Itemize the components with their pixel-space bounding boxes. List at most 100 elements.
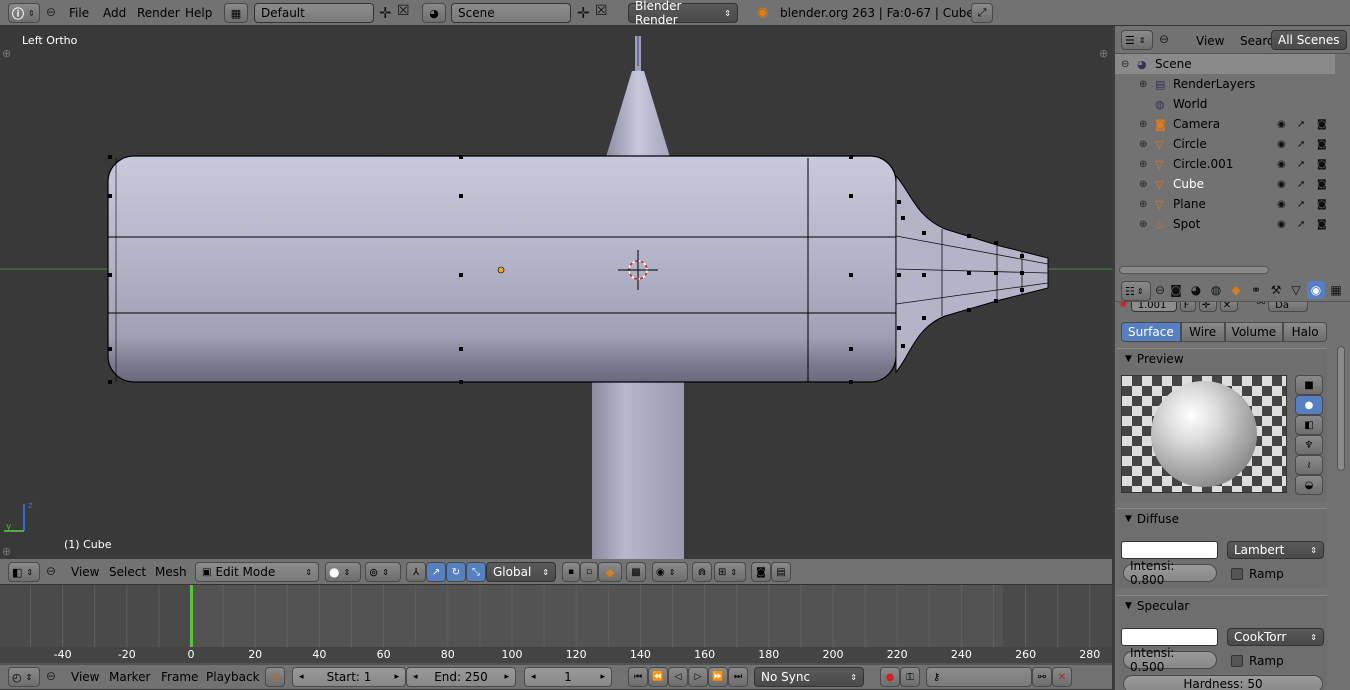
constraint-context-icon[interactable]: ⚭ (1247, 281, 1265, 299)
outliner-row[interactable]: ⊕ ▤ RenderLayers (1115, 74, 1335, 94)
material-context-icon[interactable]: ◉ (1307, 281, 1325, 299)
eye-icon[interactable]: ◉ (1277, 139, 1286, 150)
cursor-icon[interactable]: ➚ (1297, 219, 1305, 230)
texture-context-icon[interactable]: ▦ (1327, 281, 1345, 299)
render-icon[interactable]: ◙ (1317, 139, 1327, 150)
keying-set-button[interactable]: ⚿ (900, 667, 920, 687)
specular-intensity-slider[interactable]: Intensi: 0.500 (1123, 646, 1217, 674)
collapse-menu-icon[interactable]: ⊖ (1159, 32, 1169, 46)
start-frame-field[interactable]: ◂ Start: 1 ▸ (292, 667, 406, 687)
preview-range-toggle[interactable]: ◷ (265, 667, 285, 687)
outliner-display-mode[interactable]: All Scenes (1271, 30, 1347, 50)
jump-keyframe-forward-button[interactable]: ⏩ (708, 667, 728, 687)
tab-wire[interactable]: Wire (1180, 322, 1225, 342)
face-select-toggle[interactable]: ◆ (598, 562, 622, 582)
material-remove-button[interactable]: ✕ (1219, 302, 1238, 312)
data-context-icon[interactable]: ▽ (1287, 281, 1305, 299)
data-link-select[interactable]: Da (1268, 302, 1309, 312)
snap-element-button[interactable]: ⊞ ⇕ (714, 562, 746, 582)
keying-set-field[interactable]: ⚷ (926, 667, 1032, 687)
menu-playback[interactable]: Playback (199, 670, 267, 684)
cursor-icon[interactable]: ➚ (1297, 119, 1305, 130)
preview-panel-header[interactable]: ▼ Preview (1117, 349, 1327, 369)
hardness-slider[interactable]: Hardness: 50 (1123, 675, 1323, 690)
diffuse-shader-select[interactable]: Lambert ⇕ (1227, 541, 1324, 559)
properties-scrollbar[interactable] (1337, 346, 1345, 471)
expand-icon[interactable]: ⊕ (1139, 159, 1147, 170)
render-context-icon[interactable]: ◙ (1167, 281, 1185, 299)
outliner-row[interactable]: ⊕ ▽ Circle ◉ ➚ ◙ (1115, 134, 1335, 154)
menu-add[interactable]: Add (96, 6, 133, 20)
tab-surface[interactable]: Surface (1121, 322, 1181, 342)
orientation-select[interactable]: Global ⇕ (486, 562, 556, 582)
editor-type-outliner-button[interactable]: ☰ ⇕ (1121, 30, 1153, 50)
editor-type-3d-button[interactable]: ◧ ⇕ (8, 562, 40, 582)
outliner-row[interactable]: ⊕ ◙ Camera ◉ ➚ ◙ (1115, 114, 1335, 134)
outliner-row[interactable]: ⊕ ▽ Circle.001 ◉ ➚ ◙ (1115, 154, 1335, 174)
render-icon[interactable]: ◙ (1317, 179, 1327, 190)
current-frame-line[interactable] (190, 585, 193, 647)
scale-toggle[interactable]: ⤡ (466, 562, 486, 582)
3d-viewport[interactable]: z y ⊕ ⊕ ⊕ Left Ortho (1) Cube (0, 26, 1112, 559)
rotate-toggle[interactable]: ↻ (446, 562, 466, 582)
add-scene-icon[interactable]: ✛ (577, 4, 590, 22)
outliner-row[interactable]: ⊕ ♨ Spot ◉ ➚ ◙ (1115, 214, 1335, 234)
preview-cube-button[interactable]: ◧ (1295, 415, 1323, 435)
proportional-edit-button[interactable]: ◉ ⇕ (652, 562, 688, 582)
insert-keyframe-button[interactable]: ⚯ (1032, 667, 1052, 687)
preview-monkey-button[interactable]: ♆ (1295, 435, 1323, 455)
delete-keyframe-button[interactable]: ✕ (1052, 667, 1072, 687)
menu-timeline-view[interactable]: View (64, 670, 106, 684)
outliner[interactable]: ☰ ⇕ ⊖ View Search All Scenes ⊖ ◕ Scene ⊕ ▤ Re… (1115, 26, 1350, 280)
material-fake-user-button[interactable]: F (1179, 302, 1196, 312)
jump-keyframe-back-button[interactable]: ⏪ (648, 667, 668, 687)
cursor-icon[interactable]: ➚ (1297, 179, 1305, 190)
collapse-menu-icon[interactable]: ⊖ (46, 5, 56, 19)
material-add-button[interactable]: ✛ (1198, 302, 1217, 312)
editor-type-properties-button[interactable]: ☷ ⇕ (1121, 281, 1151, 301)
screen-layout-field[interactable]: Default (254, 3, 374, 23)
collapse-menu-icon[interactable]: ⊖ (46, 669, 56, 683)
render-icon[interactable]: ◙ (1317, 219, 1327, 230)
outliner-row[interactable]: ⊕ ▽ Plane ◉ ➚ ◙ (1115, 194, 1335, 214)
eye-icon[interactable]: ◉ (1277, 179, 1286, 190)
render-engine-select[interactable]: Blender Render ⇕ (628, 0, 738, 27)
current-frame-field[interactable]: ◂ 1 ▸ (524, 667, 612, 687)
edge-select-toggle[interactable]: ▫ (580, 562, 598, 582)
specular-shader-select[interactable]: CookTorr ⇕ (1227, 628, 1324, 646)
occlude-geometry-toggle[interactable]: ▩ (626, 562, 646, 582)
object-context-icon[interactable]: ◆ (1227, 281, 1245, 299)
world-context-icon[interactable]: ◍ (1207, 281, 1225, 299)
render-animation-button[interactable]: ▤ (771, 562, 791, 582)
eye-icon[interactable]: ◉ (1277, 159, 1286, 170)
diffuse-color-swatch[interactable] (1121, 541, 1218, 559)
remove-layout-icon[interactable]: ☒ (397, 3, 410, 19)
preview-sky-button[interactable]: ◒ (1295, 475, 1323, 495)
play-button[interactable]: ▷ (688, 667, 708, 687)
collapse-menu-icon[interactable]: ⊖ (46, 564, 56, 578)
expand-icon[interactable]: ⊕ (1139, 139, 1147, 150)
tab-volume[interactable]: Volume (1224, 322, 1284, 342)
snap-toggle[interactable]: ⋒ (692, 562, 712, 582)
screen-layout-icon-button[interactable]: ▦ (224, 3, 248, 23)
collapse-menu-icon[interactable]: ⊖ (1155, 283, 1165, 297)
menu-mesh[interactable]: Mesh (148, 565, 194, 579)
editor-type-info-button[interactable]: ⓘ ⇕ (8, 3, 40, 23)
diffuse-intensity-slider[interactable]: Intensi: 0.800 (1123, 559, 1217, 587)
diffuse-panel-header[interactable]: ▼ Diffuse (1117, 509, 1327, 529)
jump-end-button[interactable]: ⏭ (728, 667, 748, 687)
scene-field[interactable]: Scene (451, 3, 571, 23)
render-opengl-button[interactable]: ◙ (751, 562, 771, 582)
outliner-row[interactable]: ⊖ ◕ Scene (1115, 54, 1335, 74)
menu-help[interactable]: Help (178, 6, 219, 20)
preview-sphere-button[interactable]: ● (1295, 395, 1323, 415)
properties-editor[interactable]: ☷ ⇕ ⊖ ◙ ◕ ◍ ◆ ⚭ ⚒ ▽ ◉ ▦ ◉ 1.001 F ✛ ✕ ⚯ … (1115, 280, 1350, 690)
translate-toggle[interactable]: ↗ (426, 562, 446, 582)
tab-halo[interactable]: Halo (1283, 322, 1328, 342)
menu-frame[interactable]: Frame (154, 670, 205, 684)
outliner-menu-view[interactable]: View (1189, 34, 1231, 48)
cursor-icon[interactable]: ➚ (1297, 139, 1305, 150)
eye-icon[interactable]: ◉ (1277, 199, 1286, 210)
expand-icon[interactable]: ⊕ (1139, 179, 1147, 190)
add-layout-icon[interactable]: ✛ (379, 4, 392, 22)
